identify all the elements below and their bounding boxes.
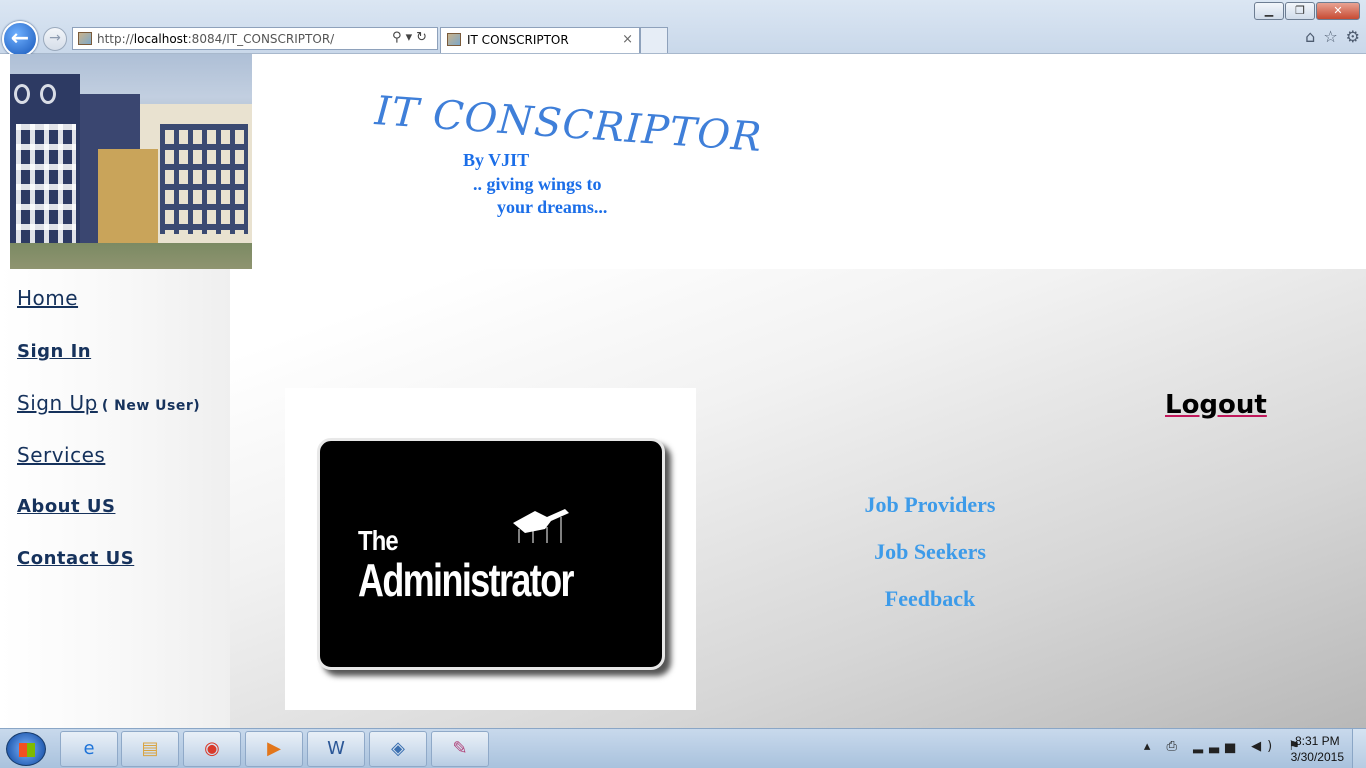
settings-gear-icon[interactable]: ⚙ (1346, 27, 1360, 46)
nav-services-link[interactable]: Services (17, 443, 105, 467)
paint-icon[interactable]: ✎ (431, 731, 489, 767)
restore-button[interactable]: ❐ (1285, 2, 1315, 20)
address-bar[interactable]: http://localhost:8084/IT_CONSCRIPTOR/ ⚲▾… (72, 27, 438, 50)
internet-explorer-icon[interactable]: e (60, 731, 118, 767)
puppet-hand-icon (513, 509, 569, 543)
administrator-image: The Administrator (285, 388, 696, 710)
tab-title: IT CONSCRIPTOR (467, 33, 569, 47)
nav-home-link[interactable]: Home (17, 286, 78, 310)
building-windows (160, 124, 248, 234)
lawn (10, 243, 252, 269)
system-clock[interactable]: 8:31 PM 3/30/2015 (1291, 733, 1344, 765)
url-path: :8084/IT_CONSCRIPTOR/ (187, 32, 335, 46)
clock-date: 3/30/2015 (1290, 750, 1344, 764)
nav-sign-up-link[interactable]: Sign Up (17, 391, 98, 415)
tagline-line-2: your dreams... (497, 197, 608, 217)
clock-time: 8:31 PM (1294, 734, 1340, 748)
nav-about-us-link[interactable]: About US (17, 496, 115, 517)
virtualbox-icon[interactable]: ◈ (369, 731, 427, 767)
chrome-icon[interactable]: ◉ (183, 731, 241, 767)
minimize-button[interactable]: ▁ (1254, 2, 1284, 20)
nav-sign-in-link[interactable]: Sign In (17, 341, 91, 362)
job-seekers-link[interactable]: Job Seekers (830, 539, 1030, 565)
admin-image-text-administrator: Administrator (358, 554, 575, 606)
word-icon[interactable]: W (307, 731, 365, 767)
logout-link[interactable]: Logout (1165, 390, 1267, 420)
building-round-window (14, 84, 30, 104)
site-favicon-icon (78, 32, 92, 45)
system-tray-icons[interactable]: ▴ ⎙ ▂▃▅ ◀) ⚑ (1144, 739, 1306, 754)
show-desktop-button[interactable] (1352, 729, 1366, 768)
sidebar: Home Sign In Sign Up( New User) Services… (0, 269, 230, 728)
building-round-window (40, 84, 56, 104)
window-controls: ▁ ❐ ✕ (1254, 2, 1360, 20)
tagline-line-1: .. giving wings to (473, 174, 602, 194)
media-player-icon[interactable]: ▶ (245, 731, 303, 767)
windows-taskbar: e ▤ ◉ ▶ W ◈ ✎ ▴ ⎙ ▂▃▅ ◀) ⚑ 8:31 PM 3/30/… (0, 728, 1366, 768)
new-user-note: ( New User) (101, 398, 201, 414)
browser-toolbar-icons: ⌂ ☆ ⚙ (1305, 27, 1360, 46)
close-window-button[interactable]: ✕ (1316, 2, 1360, 20)
start-button[interactable] (6, 732, 46, 766)
administrator-card: The Administrator (317, 438, 665, 670)
college-building-image (10, 54, 252, 269)
forward-button[interactable]: → (43, 27, 67, 51)
url-prefix: http:// (97, 32, 134, 46)
tab-close-icon[interactable]: × (622, 32, 633, 47)
favorites-star-icon[interactable]: ☆ (1323, 27, 1337, 46)
url-host: localhost (133, 32, 188, 46)
address-controls-icon[interactable]: ⚲▾↻ (392, 30, 431, 45)
back-button[interactable]: ← (2, 21, 38, 57)
by-line: By VJIT (463, 150, 530, 170)
feedback-link[interactable]: Feedback (830, 586, 1030, 612)
new-tab-button[interactable] (640, 27, 668, 53)
site-logo: IT CONSCRIPTOR (373, 88, 764, 162)
browser-titlebar: ▁ ❐ ✕ ← → http://localhost:8084/IT_CONSC… (0, 0, 1366, 57)
job-providers-link[interactable]: Job Providers (830, 492, 1030, 518)
building-windows (16, 124, 76, 244)
tab-it-conscriptor[interactable]: IT CONSCRIPTOR × (440, 27, 640, 53)
nav-contact-us-link[interactable]: Contact US (17, 548, 134, 569)
nav-sign-up-row: Sign Up( New User) (17, 391, 200, 415)
tab-favicon-icon (447, 33, 461, 46)
file-explorer-icon[interactable]: ▤ (121, 731, 179, 767)
home-icon[interactable]: ⌂ (1305, 27, 1315, 46)
